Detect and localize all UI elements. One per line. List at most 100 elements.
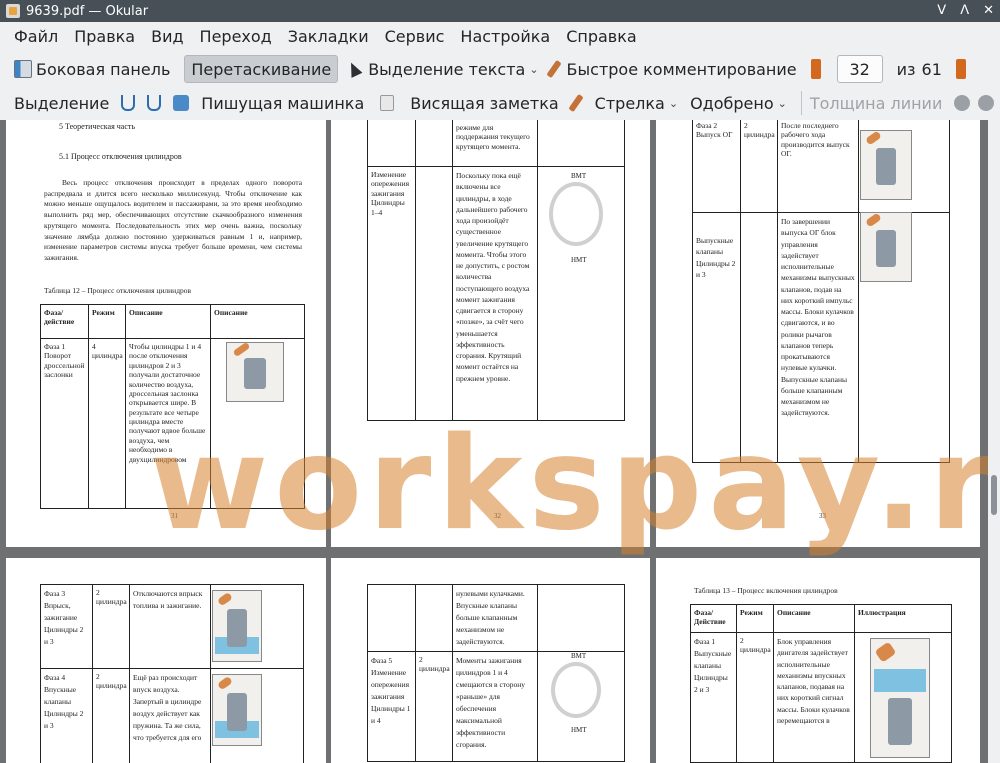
chevron-down-icon[interactable]: ⌄ [669, 97, 678, 110]
approved-stamp-button[interactable]: Одобрено ⌄ [684, 89, 793, 117]
menu-edit[interactable]: Правка [66, 27, 143, 46]
next-page-icon[interactable] [955, 59, 966, 79]
drag-label: Перетаскивание [191, 59, 332, 79]
minimize-button[interactable]: ᐯ [937, 3, 946, 18]
page-31: 5 Теоретическая часть 5.1 Процесс отключ… [6, 120, 326, 547]
table-cell: Фаза 2 Выпуск ОГ [692, 120, 741, 213]
table-cell: Поскольку пока ещё включены все цилиндры… [452, 166, 538, 421]
chevron-down-icon[interactable]: ⌄ [778, 97, 787, 110]
menu-help[interactable]: Справка [558, 27, 645, 46]
menu-tools[interactable]: Сервис [377, 27, 453, 46]
note-label: Висящая заметка [410, 93, 559, 113]
table-cell: 2 цилиндра [92, 584, 130, 669]
table-cell: 4 цилиндра [88, 338, 126, 509]
table-cell [537, 584, 625, 652]
approved-label: Одобрено [690, 93, 774, 113]
cylinder-table: Фаза/ действие Режим Описание Описание Ф… [40, 304, 305, 509]
line-width-label[interactable]: Толщина линии [810, 94, 943, 113]
table-cell [537, 120, 625, 167]
vertical-scrollbar[interactable] [988, 120, 1000, 763]
brush-icon [545, 59, 562, 79]
page-number-input[interactable]: 32 [836, 55, 883, 83]
menu-go[interactable]: Переход [192, 27, 280, 46]
table-cell: 2 цилиндра [740, 120, 778, 213]
menu-view[interactable]: Вид [143, 27, 191, 46]
document-view[interactable]: 5 Теоретическая часть 5.1 Процесс отключ… [0, 120, 988, 763]
col-header: Описание [125, 304, 211, 339]
subsection-heading: 5.1 Процесс отключения цилиндров [59, 152, 182, 161]
text-select-button[interactable]: Выделение текста ⌄ [342, 55, 544, 83]
table-cell: Отключаются впрыск топлива и зажигание. [129, 584, 211, 669]
bdc-label: НМТ [571, 726, 587, 734]
menu-bookmarks[interactable]: Закладки [280, 27, 377, 46]
okular-app-icon [6, 4, 20, 18]
color-picker-icon[interactable] [954, 95, 971, 111]
toolbar-separator [800, 91, 802, 115]
drag-tool-button[interactable]: Перетаскивание [184, 55, 339, 83]
stamp-icon[interactable] [173, 95, 190, 111]
table-cell: Фаза 4 Впускные клапаны Цилиндры 2 и 3 [40, 668, 93, 763]
typewriter-button[interactable]: Пишущая машинка [195, 89, 370, 117]
quick-comment-label: Быстрое комментирование [566, 59, 797, 79]
main-toolbar: Боковая панель Перетаскивание Выделение … [0, 52, 1000, 86]
arrow-brush-icon [568, 93, 584, 113]
page-number: 33 [819, 512, 826, 520]
page-current: 32 [849, 59, 870, 79]
col-header: Режим [88, 304, 126, 339]
text-select-label: Выделение текста [368, 59, 526, 79]
table-cell: режиме для поддержания текущего крутящег… [452, 120, 538, 167]
table-cell: Изменение опережения зажигания Цилиндры … [367, 166, 416, 421]
table-cell [415, 166, 453, 421]
col-header: Описание [210, 304, 305, 339]
title-bar: 9639.pdf — Okular ᐯ ᐱ ✕ [0, 0, 1000, 22]
table-cell [415, 120, 453, 167]
popup-note-button[interactable]: Висящая заметка [404, 89, 564, 117]
tdc-label: ВМТ [571, 652, 587, 660]
table-caption: Таблица 12 – Процесс отключения цилиндро… [44, 286, 192, 295]
ignition-table: режиме для поддержания текущего крутящег… [367, 120, 625, 421]
previous-page-icon[interactable] [810, 59, 821, 79]
table-cell: После последнего рабочего хода производи… [777, 120, 859, 213]
close-button[interactable]: ✕ [983, 3, 994, 18]
note-icon [380, 95, 395, 111]
chevron-down-icon[interactable]: ⌄ [529, 63, 538, 76]
page-33: Фаза 2 Выпуск ОГ 2 цилиндра После послед… [656, 120, 980, 547]
table-cell: Выпускные клапаны Цилиндры 2 и 3 [692, 212, 741, 463]
menu-settings[interactable]: Настройка [452, 27, 558, 46]
menu-bar: Файл Правка Вид Переход Закладки Сервис … [0, 22, 1000, 50]
squiggle-icon[interactable] [147, 95, 162, 111]
annotation-toolbar: Выделение Пишущая машинка Висящая заметк… [0, 86, 1000, 120]
table-cell: 2 цилиндра [92, 668, 130, 763]
table-cell: Блок управления двигателя задействует ис… [773, 632, 855, 763]
arrow-button[interactable]: Стрелка ⌄ [589, 89, 684, 117]
table-cell: Фаза 5 Изменение опережения зажигания Ци… [367, 651, 416, 762]
menu-file[interactable]: Файл [6, 27, 66, 46]
table-cell [740, 212, 778, 463]
page-number: 31 [171, 512, 178, 520]
table-cell: Фаза 3 Впрыск, зажигание Цилиндры 2 и 3 [40, 584, 93, 669]
window-title: 9639.pdf — Okular [26, 3, 149, 19]
page-36: Таблица 13 – Процесс включения цилиндров… [656, 558, 980, 763]
quick-comment-button[interactable]: Быстрое комментирование [545, 55, 803, 83]
throttle-illustration [226, 341, 284, 402]
col-header: Описание [773, 604, 855, 633]
underline-icon[interactable] [121, 95, 136, 111]
intake-valve-illustration [870, 638, 930, 758]
select-annotation-button[interactable]: Выделение [8, 89, 115, 117]
scrollbar-thumb[interactable] [991, 475, 997, 515]
page-number: 32 [494, 512, 501, 520]
page-35: нулевыми кулачками. Впускные клапаны бол… [331, 558, 650, 763]
opacity-icon[interactable] [978, 95, 995, 111]
sidebar-button[interactable]: Боковая панель [8, 55, 176, 83]
crank-circle-diagram [551, 662, 601, 718]
table-cell: 2 цилиндра [736, 632, 774, 763]
crank-circle-diagram [549, 182, 603, 246]
cursor-icon [345, 60, 363, 78]
table-cell: Чтобы цилиндры 1 и 4 после отключения ци… [125, 338, 211, 509]
arrow-label: Стрелка [594, 93, 665, 113]
maximize-button[interactable]: ᐱ [960, 3, 969, 18]
section-heading: 5 Теоретическая часть [59, 122, 136, 131]
typewriter-label: Пишущая машинка [201, 93, 365, 113]
col-header: Режим [736, 604, 774, 633]
page-total: 61 [921, 59, 942, 79]
